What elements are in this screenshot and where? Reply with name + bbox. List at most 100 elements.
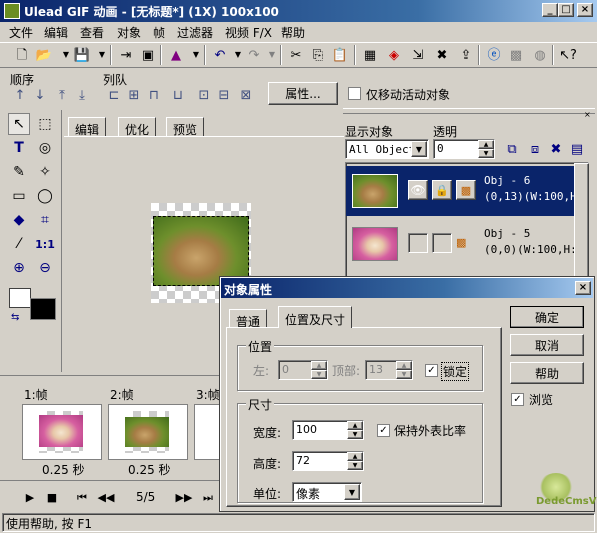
menu-help[interactable]: 帮助 [281,24,305,41]
unit-select[interactable]: 像素 ▼ [292,482,362,502]
save-dropdown-icon[interactable]: ▼ [92,45,112,65]
transform-tool-icon[interactable]: ◎ [34,137,56,159]
align-top-icon[interactable]: ⊓ [144,85,164,105]
color-icon[interactable]: ▲ [166,45,186,65]
menu-video-fx[interactable]: 视频 F/X [225,24,272,41]
top-stepper[interactable]: 13 ▲ ▼ [365,360,413,380]
lasso-icon[interactable]: ◯ [34,185,56,207]
save-icon[interactable]: 💾 [72,45,92,65]
color-dropdown-icon[interactable]: ▼ [186,45,206,65]
panel-close-icon[interactable]: × [584,110,591,119]
tab-preview[interactable]: 预览 [166,117,205,137]
browser-icon[interactable]: ⓔ [484,45,504,65]
align-bottom-icon[interactable]: ⊔ [168,85,188,105]
center-v-icon[interactable]: ⊟ [214,85,234,105]
frame-thumbnail[interactable] [22,404,102,460]
align-left-icon[interactable]: ⊏ [104,85,124,105]
bring-forward-icon[interactable]: ↑ [10,85,30,105]
tool-b-icon[interactable]: ◍ [530,45,550,65]
minimize-button[interactable]: _ [542,3,558,17]
send-backward-icon[interactable]: ↓ [30,85,50,105]
duplicate-object-icon[interactable]: ⧈ [525,139,545,159]
show-objects-select[interactable]: All Objects ▼ [345,139,429,159]
stop-icon[interactable]: ■ [42,487,62,507]
object-row[interactable]: ▩ Obj - 5 (0,0)(W:100,H: [346,219,577,269]
paste-icon[interactable]: 📋 [330,45,350,65]
tab-optimize[interactable]: 优化 [118,117,157,137]
last-frame-icon[interactable]: ⏭ [198,487,218,507]
eyedropper-icon[interactable]: ⁄ [8,233,30,255]
lock-toggle[interactable] [432,233,452,253]
cancel-button[interactable]: 取消 [510,334,584,356]
object-properties-icon[interactable]: ▤ [567,139,587,159]
copy-icon[interactable]: ⎘ [308,45,328,65]
foreground-color-swatch[interactable] [30,298,56,320]
properties-button[interactable]: 属性... [268,82,338,105]
text-tool-icon[interactable]: T [8,137,30,159]
open-icon[interactable]: 📂 [34,45,54,65]
add-frame-icon[interactable]: ▣ [138,45,158,65]
lock-position-checkbox[interactable]: ✓ [425,364,438,377]
redo-dropdown-icon[interactable]: ▼ [262,45,282,65]
maximize-button[interactable]: □ [558,3,574,17]
tab-position-size[interactable]: 位置及尺寸 [278,306,353,328]
object-list-scrollbar[interactable] [574,163,589,279]
center-h-icon[interactable]: ⊡ [194,85,214,105]
bring-to-front-icon[interactable]: ⤒ [52,85,72,105]
menu-frame[interactable]: 帧 [153,24,165,41]
fill-bucket-icon[interactable]: ◆ [8,209,30,231]
visibility-eye-icon[interactable]: 👁 [408,180,428,200]
pointer-tool-icon[interactable]: ↖ [8,113,30,135]
window-icon[interactable]: ▦ [360,45,380,65]
import-icon[interactable]: ⇥ [116,45,136,65]
center-both-icon[interactable]: ⊠ [236,85,256,105]
export-icon[interactable]: ⇲ [408,45,428,65]
new-object-icon[interactable]: ⧉ [502,139,522,159]
send-to-back-icon[interactable]: ⤓ [72,85,92,105]
redo-icon[interactable]: ↷ [244,45,264,65]
paintbrush-icon[interactable]: ✎ [8,161,30,183]
new-icon[interactable]: 🗋 [12,45,32,65]
tool-a-icon[interactable]: ▩ [506,45,526,65]
move-active-only-checkbox[interactable] [348,87,361,100]
previous-frame-icon[interactable]: ◀◀ [96,487,116,507]
menu-object[interactable]: 对象 [117,24,141,41]
help-button[interactable]: 帮助 [510,362,584,384]
ok-button[interactable]: 确定 [510,306,584,328]
menu-view[interactable]: 查看 [80,24,104,41]
visibility-toggle[interactable] [408,233,428,253]
next-frame-icon[interactable]: ▶▶ [174,487,194,507]
tab-edit[interactable]: 编辑 [68,117,107,137]
close-button[interactable]: × [577,3,593,17]
first-frame-icon[interactable]: ⏮ [72,487,92,507]
object-color-icon[interactable]: ▩ [456,236,470,250]
browse-checkbox[interactable]: ✓ [511,393,524,406]
keep-aspect-ratio-checkbox[interactable]: ✓ [377,424,390,437]
marquee-tool-icon[interactable]: ⬚ [34,113,56,135]
play-icon[interactable]: ▶ [20,487,40,507]
undo-icon[interactable]: ↶ [210,45,230,65]
convert-icon[interactable]: ✖ [432,45,452,65]
zoom-in-icon[interactable]: ⊕ [8,257,30,279]
object-color-icon[interactable]: ▩ [456,180,476,200]
zoom-out-icon[interactable]: ⊖ [34,257,56,279]
frame-thumbnail[interactable] [194,404,222,460]
menu-filter[interactable]: 过滤器 [177,24,213,41]
menu-edit[interactable]: 编辑 [44,24,68,41]
align-center-icon[interactable]: ⊞ [124,85,144,105]
menu-file[interactable]: 文件 [9,24,33,41]
cut-icon[interactable]: ✂ [286,45,306,65]
crop-icon[interactable]: ⌗ [34,209,56,231]
left-stepper[interactable]: 0 ▲ ▼ [278,360,328,380]
magic-wand-icon[interactable]: ✧ [34,161,56,183]
width-stepper[interactable]: 100 ▲ ▼ [292,420,364,440]
frame-thumbnail[interactable] [108,404,188,460]
context-help-icon[interactable]: ↖? [558,45,578,65]
web-export-icon[interactable]: ⇪ [456,45,476,65]
actual-size-icon[interactable]: 1:1 [34,233,56,255]
object-row[interactable]: 👁 🔒 ▩ Obj - 6 (0,13)(W:100,H: [346,166,583,216]
eraser-icon[interactable]: ▭ [8,185,30,207]
opacity-stepper[interactable]: 0 ▲ ▼ [433,139,495,159]
dialog-close-button[interactable]: × [575,281,591,295]
background-color-swatch[interactable] [9,288,31,308]
